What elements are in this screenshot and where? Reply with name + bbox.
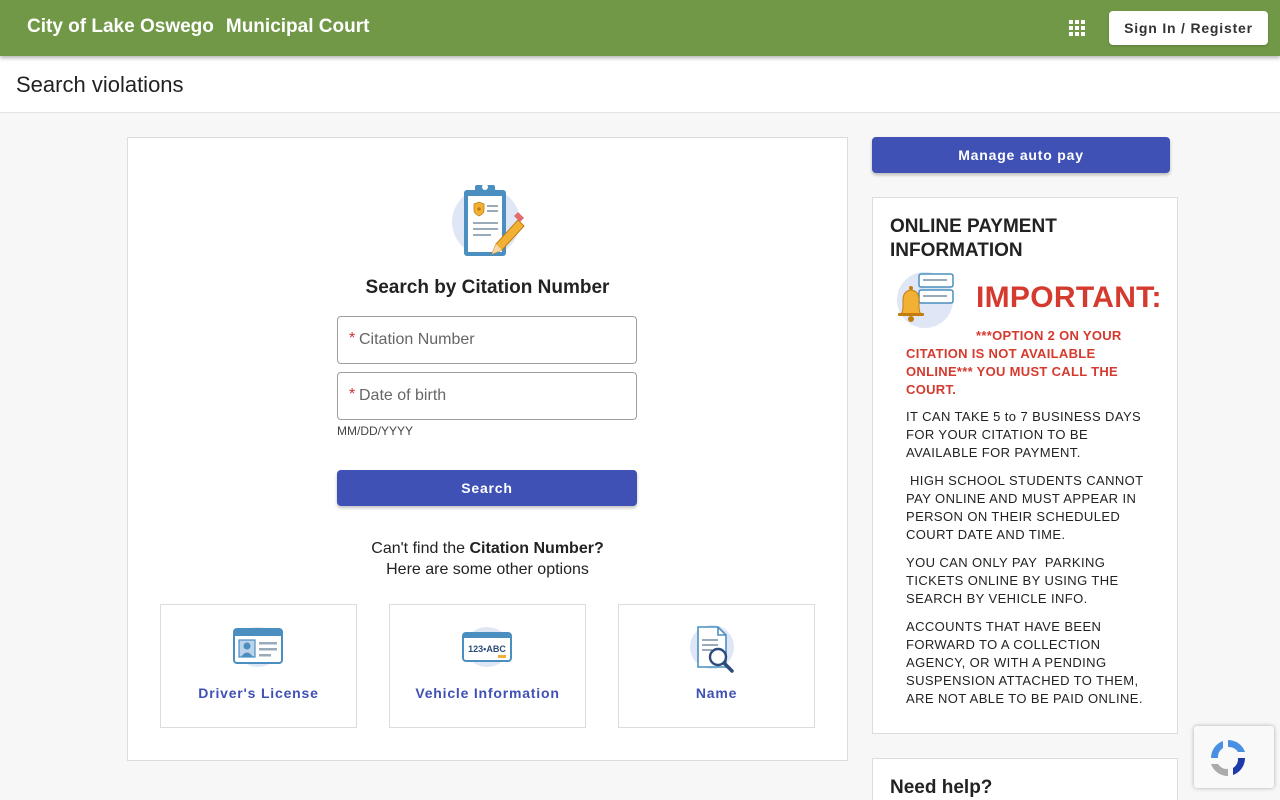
citation-number-input[interactable] [359,317,629,363]
vehicle-information-label: Vehicle Information [415,685,560,701]
recaptcha-badge[interactable] [1194,726,1274,788]
info-paragraph: HIGH SCHOOL STUDENTS CANNOT PAY ONLINE A… [906,473,1148,542]
other-options-text: Can't find the Citation Number? Here are… [128,538,847,580]
vehicle-information-option[interactable]: 123•ABC Vehicle Information [389,604,586,728]
id-card-icon [233,627,283,667]
required-marker: * [349,330,356,347]
court-name: Municipal Court [225,16,370,37]
payment-info-title: ONLINE PAYMENT INFORMATION [890,216,1057,261]
name-label: Name [695,685,738,701]
info-paragraph: YOU CAN ONLY PAY PARKING TICKETS ONLINE … [906,555,1123,606]
payment-info-card: ONLINE PAYMENT INFORMATION IMPORTANT: **… [872,197,1178,734]
option-2-warning-text: ***OPTION 2 ON YOUR CITATION IS NOT AVAI… [906,328,1122,397]
search-button[interactable]: Search [337,470,637,506]
bell-notification-icon [897,272,954,328]
city-name: City of Lake Oswego [27,16,214,37]
license-plate-icon: 123•ABC [462,627,512,667]
recaptcha-icon [1211,740,1245,776]
date-of-birth-input[interactable] [359,373,629,419]
document-search-icon [690,625,734,673]
drivers-license-label: Driver's License [198,685,319,701]
sign-in-register-button[interactable]: Sign In / Register [1109,11,1268,45]
brand-title[interactable]: City of Lake Oswego Municipal Court [27,16,369,38]
important-heading: IMPORTANT: [976,281,1162,314]
cant-find-bold: Citation Number? [469,540,604,557]
page-header: Search violations [0,56,1280,113]
citation-number-field[interactable]: * [337,316,637,364]
plate-text: 123•ABC [468,644,506,654]
info-paragraph: IT CAN TAKE 5 to 7 BUSINESS DAYS FOR YOU… [906,409,1142,460]
info-paragraph: ACCOUNTS THAT HAVE BEEN FORWARD TO A COL… [906,619,1143,706]
cant-find-prefix: Can't find the [371,540,470,557]
apps-grid-icon[interactable] [1069,20,1085,36]
required-marker: * [349,386,356,403]
dob-format-hint: MM/DD/YYYY [337,424,414,438]
manage-auto-pay-button[interactable]: Manage auto pay [872,137,1170,173]
name-option[interactable]: Name [618,604,815,728]
option-2-warning: ***OPTION 2 ON YOUR CITATION IS NOT AVAI… [906,327,1156,399]
search-heading: Search by Citation Number [365,277,610,298]
drivers-license-option[interactable]: Driver's License [160,604,357,728]
clipboard-icon [452,184,525,256]
need-help-title: Need help? [890,777,993,798]
top-app-bar: City of Lake Oswego Municipal Court Sign … [0,0,1280,56]
need-help-card: Need help? [872,758,1178,800]
date-of-birth-field[interactable]: * [337,372,637,420]
other-options-line: Here are some other options [386,561,589,578]
page-title: Search violations [16,72,184,97]
citation-search-card: Search by Citation Number * * MM/DD/YYYY… [127,137,848,761]
